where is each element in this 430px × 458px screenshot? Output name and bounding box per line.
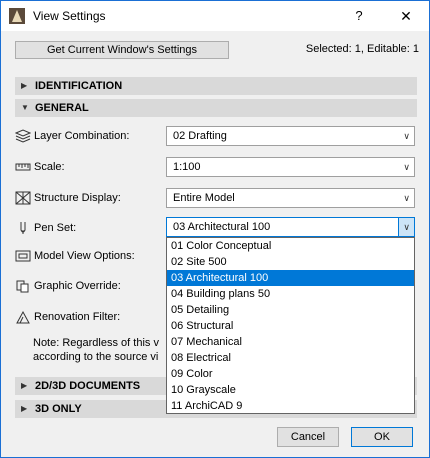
pen-set-option[interactable]: 08 Electrical <box>167 350 414 366</box>
expand-arrow-icon: ▶ <box>21 81 28 90</box>
ok-button[interactable]: OK <box>351 427 413 447</box>
scale-label: Scale: <box>34 161 65 173</box>
close-button[interactable]: ✕ <box>393 5 419 27</box>
pen-set-select[interactable]: 03 Architectural 100 ∨ <box>166 217 415 237</box>
pen-set-label: Pen Set: <box>34 222 77 234</box>
renovation-filter-row: Renovation Filter: <box>15 307 120 327</box>
structure-icon <box>15 191 31 205</box>
chevron-down-icon: ∨ <box>403 193 410 203</box>
title-bar: View Settings ? ✕ <box>1 1 429 31</box>
pen-set-option[interactable]: 09 Color <box>167 366 414 382</box>
pen-set-option[interactable]: 02 Site 500 <box>167 254 414 270</box>
chevron-down-icon: ∨ <box>403 222 410 232</box>
renovation-icon <box>15 310 31 324</box>
note-line: Note: Regardless of this v <box>33 337 159 349</box>
structure-display-row: Structure Display: <box>15 188 121 208</box>
section-label: IDENTIFICATION <box>35 80 123 92</box>
pen-set-option[interactable]: 04 Building plans 50 <box>167 286 414 302</box>
pen-set-option[interactable]: 11 ArchiCAD 9 <box>167 398 414 414</box>
pen-set-option[interactable]: 07 Mechanical <box>167 334 414 350</box>
structure-display-select[interactable]: Entire Model ∨ <box>166 188 415 208</box>
section-label: GENERAL <box>35 102 89 114</box>
chevron-down-icon: ∨ <box>403 131 410 141</box>
view-settings-dialog: View Settings ? ✕ Get Current Window's S… <box>0 0 430 458</box>
layer-combination-value: 02 Drafting <box>173 130 227 142</box>
layer-combination-row: Layer Combination: <box>15 126 129 146</box>
selection-status: Selected: 1, Editable: 1 <box>305 43 419 55</box>
structure-display-value: Entire Model <box>173 192 235 204</box>
get-current-window-settings-button[interactable]: Get Current Window's Settings <box>15 41 229 59</box>
pen-set-row: Pen Set: <box>15 218 76 238</box>
pen-icon <box>15 221 31 235</box>
help-button[interactable]: ? <box>347 5 371 27</box>
graphic-override-label: Graphic Override: <box>34 280 121 292</box>
section-label: 2D/3D DOCUMENTS <box>35 380 141 392</box>
graphic-override-row: Graphic Override: <box>15 276 121 296</box>
pen-set-option[interactable]: 06 Structural <box>167 318 414 334</box>
section-general[interactable]: ▼ GENERAL <box>15 99 417 117</box>
pen-set-dropdown-list: 01 Color Conceptual 02 Site 500 03 Archi… <box>166 237 415 414</box>
section-identification[interactable]: ▶ IDENTIFICATION <box>15 77 417 95</box>
renovation-filter-label: Renovation Filter: <box>34 311 121 323</box>
graphic-override-icon <box>15 279 31 293</box>
pen-set-value: 03 Architectural 100 <box>173 221 271 233</box>
pen-set-option[interactable]: 10 Grayscale <box>167 382 414 398</box>
scale-select[interactable]: 1:100 ∨ <box>166 157 415 177</box>
model-view-options-row: Model View Options: <box>15 246 135 266</box>
note-line: according to the source vi <box>33 351 159 363</box>
renovation-note: Note: Regardless of this v according to … <box>33 336 167 364</box>
pen-set-option[interactable]: 05 Detailing <box>167 302 414 318</box>
expand-arrow-icon: ▶ <box>21 381 28 390</box>
layer-combination-label: Layer Combination: <box>34 130 130 142</box>
scale-value: 1:100 <box>173 161 201 173</box>
archicad-app-icon <box>9 8 25 24</box>
scale-row: Scale: <box>15 157 65 177</box>
section-label: 3D ONLY <box>35 403 82 415</box>
pen-set-option[interactable]: 01 Color Conceptual <box>167 238 414 254</box>
model-view-icon <box>15 249 31 263</box>
dialog-title: View Settings <box>33 9 106 23</box>
layer-combination-select[interactable]: 02 Drafting ∨ <box>166 126 415 146</box>
cancel-button[interactable]: Cancel <box>277 427 339 447</box>
expand-arrow-icon: ▶ <box>21 404 28 413</box>
collapse-arrow-icon: ▼ <box>21 103 29 112</box>
ruler-icon <box>15 160 31 174</box>
pen-set-option[interactable]: 03 Architectural 100 <box>167 270 414 286</box>
model-view-options-label: Model View Options: <box>34 250 135 262</box>
layers-icon <box>15 129 31 143</box>
structure-display-label: Structure Display: <box>34 192 121 204</box>
chevron-down-icon: ∨ <box>403 162 410 172</box>
